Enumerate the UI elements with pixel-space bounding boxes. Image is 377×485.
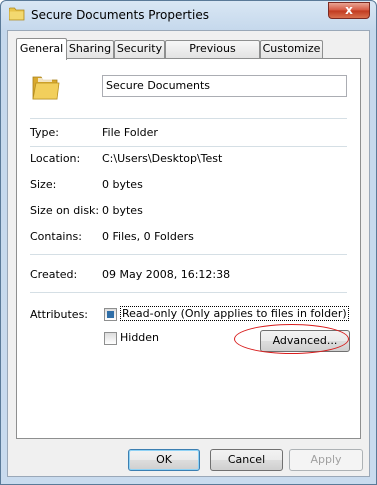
properties-window: Secure Documents Properties x General Sh… (0, 0, 377, 485)
close-icon: x (345, 3, 353, 17)
dialog-client: General Sharing Security Previous Versio… (7, 30, 370, 477)
type-label: Type: (30, 126, 59, 139)
apply-button[interactable]: Apply (289, 449, 363, 471)
read-only-label[interactable]: Read-only (Only applies to files in fold… (120, 306, 349, 321)
folder-icon (9, 7, 25, 21)
size-on-disk-label: Size on disk: (30, 204, 100, 217)
hidden-label[interactable]: Hidden (120, 331, 159, 344)
title-bar[interactable]: Secure Documents Properties x (1, 1, 376, 29)
size-value: 0 bytes (102, 178, 143, 191)
separator (30, 118, 347, 119)
tab-sharing[interactable]: Sharing (66, 40, 114, 58)
advanced-button[interactable]: Advanced... (260, 330, 350, 352)
created-label: Created: (30, 268, 78, 281)
contains-label: Contains: (30, 230, 82, 243)
close-button[interactable]: x (328, 2, 370, 19)
created-value: 09 May 2008, 16:12:38 (102, 268, 231, 281)
type-value: File Folder (102, 126, 158, 139)
separator (30, 146, 347, 147)
size-label: Size: (30, 178, 57, 191)
size-on-disk-value: 0 bytes (102, 204, 143, 217)
tab-customize[interactable]: Customize (260, 40, 323, 58)
location-value: C:\Users\Desktop\Test (102, 152, 223, 165)
tab-previous-versions[interactable]: Previous Versions (165, 40, 260, 71)
folder-icon (32, 76, 60, 100)
separator (30, 254, 347, 255)
general-panel: Secure Documents Type: File Folder Locat… (16, 58, 361, 439)
ok-button[interactable]: OK (128, 449, 200, 471)
read-only-checkbox[interactable] (104, 308, 117, 321)
folder-name-input[interactable]: Secure Documents (102, 75, 347, 97)
separator (30, 292, 347, 293)
hidden-checkbox[interactable] (104, 332, 117, 345)
attributes-label: Attributes: (30, 308, 89, 321)
location-label: Location: (30, 152, 81, 165)
window-title: Secure Documents Properties (31, 8, 209, 22)
tab-general[interactable]: General (16, 38, 67, 60)
cancel-button[interactable]: Cancel (210, 449, 283, 471)
read-only-label-text: Read-only (Only applies to files in fold… (120, 306, 349, 321)
contains-value: 0 Files, 0 Folders (102, 230, 194, 243)
tab-security[interactable]: Security (114, 40, 165, 58)
